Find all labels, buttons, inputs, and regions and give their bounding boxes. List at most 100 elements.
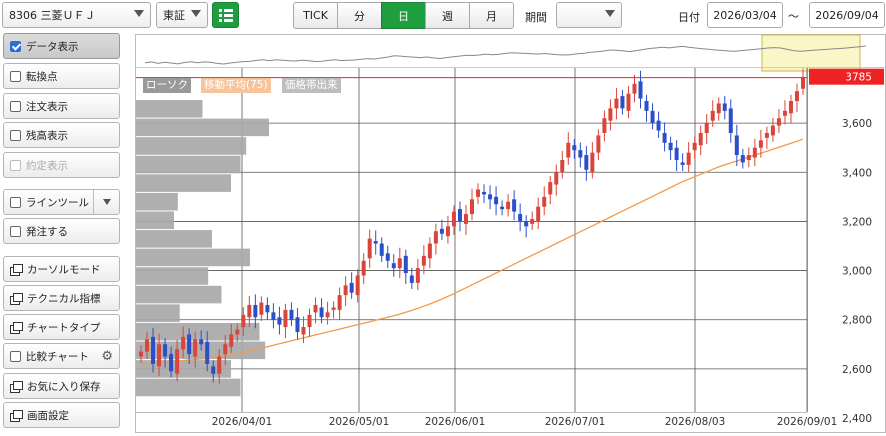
- sidebar-item-turning-point[interactable]: 転換点: [3, 63, 120, 89]
- date-from-input[interactable]: 2026/03/04: [707, 2, 783, 28]
- sidebar-item-place-order[interactable]: 発注する: [3, 218, 120, 244]
- tab-month[interactable]: 月: [469, 2, 514, 29]
- candle-body: [253, 304, 258, 318]
- y-tick-label: 3,600: [842, 118, 872, 130]
- candle-body: [668, 142, 673, 151]
- tab-label: 月: [486, 9, 497, 23]
- sidebar-item-label: テクニカル指標: [27, 292, 101, 305]
- window-icon[interactable]: [10, 263, 23, 276]
- chevron-down-icon: [191, 10, 201, 17]
- tab-label: TICK: [303, 9, 328, 22]
- candle-body: [169, 354, 174, 372]
- candle-body: [307, 314, 312, 328]
- sidebar-item-label: 比較チャート: [26, 350, 89, 363]
- sidebar-item-compare-chart[interactable]: 比較チャート ⚙: [3, 343, 120, 369]
- candle-body: [740, 155, 745, 163]
- legend-volume-profile: 価格帯出来: [282, 78, 341, 93]
- chart-panel[interactable]: 3,600 3,400 3,200 3,000 2,800 2,600 2,400 2026/…: [135, 34, 886, 433]
- volume-profile-bar: [136, 137, 247, 155]
- candle-body: [265, 304, 270, 313]
- sidebar-item-order-display[interactable]: 注文表示: [3, 93, 120, 119]
- checkbox-checked-icon[interactable]: [10, 40, 21, 52]
- candle-body: [614, 98, 619, 109]
- checkbox-icon[interactable]: [10, 100, 21, 112]
- candle-body: [620, 96, 625, 109]
- candle-body: [439, 228, 444, 234]
- tab-week[interactable]: 週: [425, 2, 470, 29]
- price-chart[interactable]: 3,600 3,400 3,200 3,000 2,800 2,600 2,400 2026/…: [135, 34, 886, 433]
- date-to-input[interactable]: 2026/09/04: [809, 2, 885, 28]
- checkbox-icon[interactable]: [10, 70, 21, 82]
- candle-body: [157, 344, 162, 367]
- symbol-select[interactable]: 8306 三菱ＵＦＪ: [2, 2, 151, 28]
- candle-body: [259, 302, 264, 315]
- sidebar-item-label: 注文表示: [26, 100, 68, 113]
- candle-body: [608, 108, 613, 121]
- candle-body: [403, 255, 408, 274]
- candle-body: [217, 356, 222, 374]
- sidebar-item-line-tool[interactable]: ラインツール: [3, 189, 120, 215]
- line-tool-dropdown-icon[interactable]: [93, 190, 119, 214]
- y-tick-label: 2,600: [842, 364, 872, 376]
- sidebar-item-save-favorite[interactable]: お気に入り保存: [3, 373, 120, 399]
- tab-day[interactable]: 日: [381, 2, 426, 29]
- x-tick-label: 2026/04/01: [212, 416, 273, 428]
- candle-body: [283, 309, 288, 328]
- candle-body: [241, 314, 246, 328]
- checkbox-icon[interactable]: [10, 225, 21, 237]
- candle-body: [301, 327, 306, 335]
- checkbox-icon[interactable]: [10, 159, 21, 171]
- volume-profile-bar: [136, 155, 241, 174]
- sidebar-item-data-display[interactable]: データ表示: [3, 33, 120, 59]
- window-icon[interactable]: [10, 380, 23, 393]
- candle-body: [518, 214, 523, 222]
- tab-tick[interactable]: TICK: [293, 2, 338, 29]
- candle-body: [506, 201, 511, 210]
- tab-minute[interactable]: 分: [337, 2, 382, 29]
- candle-body: [728, 108, 733, 133]
- legend-ma: 移動平均(75): [201, 78, 271, 93]
- candle-body: [187, 334, 192, 355]
- candle-body: [686, 152, 691, 165]
- sidebar-item-screen-settings[interactable]: 画面設定: [3, 402, 120, 428]
- candle-body: [289, 309, 294, 320]
- candle-body: [578, 150, 583, 158]
- candle-body: [764, 132, 769, 138]
- sidebar-item-label: お気に入り保存: [27, 380, 101, 393]
- sidebar-item-technical-indicator[interactable]: テクニカル指標: [3, 285, 120, 311]
- window-icon[interactable]: [10, 321, 23, 334]
- candle-body: [572, 145, 577, 151]
- volume-profile-bar: [136, 100, 203, 118]
- date-to-value: 2026/09/04: [815, 8, 879, 22]
- volume-profile-bar: [136, 211, 174, 230]
- candle-body: [421, 255, 426, 266]
- window-icon[interactable]: [10, 292, 23, 305]
- x-tick-label: 2026/07/01: [545, 416, 606, 428]
- checkbox-icon[interactable]: [10, 129, 21, 141]
- sidebar-item-balance-display[interactable]: 残高表示: [3, 122, 120, 148]
- checkbox-icon[interactable]: [10, 196, 21, 208]
- period-label: 期間: [525, 11, 547, 24]
- candle-body: [463, 214, 468, 224]
- sidebar-item-cursor-mode[interactable]: カーソルモード: [3, 256, 120, 282]
- sidebar-item-label: チャートタイプ: [27, 321, 101, 334]
- list-menu-button[interactable]: [212, 2, 239, 28]
- candle-body: [319, 307, 324, 318]
- date-label: 日付: [678, 11, 700, 24]
- checkbox-icon[interactable]: [10, 350, 21, 362]
- window-icon[interactable]: [10, 409, 23, 422]
- sidebar-item-chart-type[interactable]: チャートタイプ: [3, 314, 120, 340]
- candle-body: [361, 260, 366, 276]
- candle-body: [277, 317, 282, 325]
- gear-icon[interactable]: ⚙: [101, 349, 113, 364]
- candle-body: [470, 199, 474, 215]
- candle-body: [512, 199, 517, 212]
- date-separator: 〜: [788, 10, 799, 23]
- tab-label: 週: [442, 9, 453, 23]
- candle-body: [638, 81, 643, 99]
- candle-body: [337, 295, 342, 310]
- market-select[interactable]: 東証: [156, 2, 208, 28]
- candle-body: [632, 83, 637, 94]
- period-select[interactable]: [556, 2, 622, 28]
- y-tick-label: 3,000: [842, 266, 872, 278]
